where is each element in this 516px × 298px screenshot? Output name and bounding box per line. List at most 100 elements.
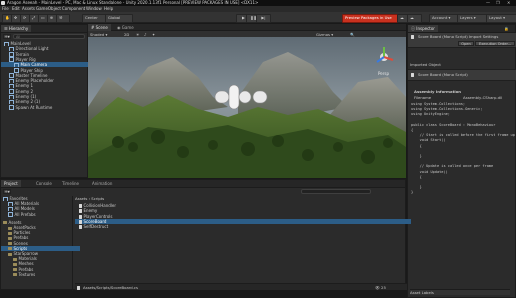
asset-count-badge: 👁 25 — [375, 285, 386, 290]
hierarchy-tab-label: Hierarchy — [8, 26, 29, 31]
effects-toggle-icon[interactable]: ✦ — [152, 32, 155, 37]
layout-label: Layout — [489, 15, 502, 20]
project-breadcrumb: Assets › Scripts — [75, 196, 105, 201]
hierarchy-item[interactable]: Spawn At Runtime — [1, 105, 97, 110]
hierarchy-tabstrip: ☰ Hierarchy — [1, 25, 87, 33]
hierarchy-item[interactable]: MainLevel — [1, 41, 92, 46]
script-code-preview: using System.Collections; using System.Co… — [408, 102, 516, 282]
audio-toggle-icon[interactable]: ♪ — [144, 32, 146, 37]
global-toggle-button[interactable]: Global — [105, 14, 133, 23]
tab-project[interactable]: Project — [1, 180, 21, 187]
hierarchy-item[interactable]: Enemy 1 — [1, 83, 97, 89]
game-tab-label: Game — [121, 25, 134, 30]
file-item[interactable]: PlayerControls — [75, 214, 411, 219]
project-status-bar: Assets/Scripts/ScoreBoard.cs 👁 25 — [75, 283, 407, 290]
layers-dropdown[interactable]: Layers ▾ — [457, 14, 489, 23]
tab-console[interactable]: Console — [33, 180, 55, 187]
tab-timeline[interactable]: Timeline — [59, 180, 82, 187]
project-add-button[interactable]: +▾ — [3, 189, 11, 194]
folder-icon — [13, 262, 17, 266]
layout-dropdown[interactable]: Layout ▾ — [486, 14, 516, 23]
script-icon — [411, 73, 414, 77]
file-item[interactable]: CollisionHandler — [75, 203, 411, 208]
tab-inspector[interactable]: ⓘ Inspector — [408, 25, 438, 32]
preview-packages-label: Preview Packages in Use — [345, 15, 392, 20]
scene-search-icon[interactable]: 🔍 — [350, 32, 355, 37]
main-toolbar: ✋ ✥ ⟳ ⤢ ▭ ⊕ ⚒ Center Global ▶ ❚❚ ▶| Prev… — [0, 12, 516, 23]
breadcrumb-assets[interactable]: Assets — [75, 196, 87, 201]
hierarchy-search-input[interactable] — [13, 34, 85, 39]
gameobject-icon — [14, 62, 19, 68]
shading-mode-dropdown[interactable]: Shaded ▾ — [90, 32, 107, 37]
lighting-toggle-icon[interactable]: ☀ — [136, 32, 139, 37]
hierarchy-item-label: Enemy (1) — [15, 94, 37, 99]
folder-icon — [8, 247, 12, 251]
imported-object-header: Imported Object — [410, 62, 441, 67]
asset-path: Assets/Scripts/ScoreBoard.cs — [83, 285, 138, 290]
hierarchy-item[interactable]: Master Timeline — [1, 73, 97, 78]
folder-item-label: Textures — [18, 271, 36, 277]
tab-hierarchy[interactable]: ☰ Hierarchy — [1, 25, 32, 32]
script-file-icon — [411, 35, 414, 39]
inspector-header: Score Board (Mono Script) Import Setting… — [408, 33, 516, 48]
hierarchy-item[interactable]: Enemy (1) — [1, 94, 97, 99]
cloud-icon[interactable]: ☁ — [407, 14, 422, 23]
execution-order-button[interactable]: Execution Order... — [475, 41, 515, 46]
code-line: } — [411, 190, 414, 195]
file-item[interactable]: SelfDestruct — [75, 224, 411, 230]
folder-icon — [8, 242, 12, 246]
hierarchy-item[interactable]: Player Rig — [1, 57, 97, 62]
account-label: Account — [432, 15, 448, 20]
global-label: Global — [108, 15, 121, 20]
hierarchy-item[interactable]: Enemy 2 — [1, 89, 97, 94]
inspector-asset-title: Score Board (Mono Script) Import Setting… — [418, 34, 499, 39]
file-item[interactable]: ScoreBoard — [75, 218, 411, 224]
hierarchy-item-label: Directional Light — [15, 46, 49, 52]
folder-icon — [13, 257, 17, 261]
breadcrumb-scripts[interactable]: Scripts — [91, 196, 104, 201]
hierarchy-item[interactable]: Enemy Placeholder — [1, 78, 97, 84]
custom-tool-icon[interactable]: ⚒ — [56, 14, 70, 23]
hierarchy-item[interactable]: Enemy 2 (1) — [1, 99, 97, 105]
step-button[interactable]: ▶| — [256, 14, 271, 23]
inspector-open-button[interactable]: Open — [458, 41, 474, 46]
favorites-item[interactable]: All Prefabs — [1, 212, 80, 217]
preview-packages-badge[interactable]: Preview Packages in Use — [342, 14, 400, 23]
hierarchy-add-button[interactable]: +▾ — [3, 34, 11, 39]
file-item-label: ScoreBoard — [83, 218, 107, 224]
inspector-tabstrip: ⓘ Inspector 🔒 — [408, 25, 515, 33]
hierarchy-item-label: Spawn At Runtime — [15, 104, 53, 110]
file-item-label: Enemy — [83, 208, 98, 214]
tab-animation[interactable]: Animation — [89, 180, 115, 187]
inspector-lock-icon[interactable]: 🔒 — [504, 26, 509, 31]
tab-scene[interactable]: # Scene — [88, 24, 111, 31]
hierarchy-item-label: Enemy 1 — [15, 83, 34, 89]
scene-viewport[interactable]: Persp — [88, 37, 406, 178]
bottom-panel: Project Console Timeline Animation +▾ Fa… — [0, 179, 411, 291]
hierarchy-item[interactable]: Directional Light — [1, 46, 97, 52]
search-icon — [8, 212, 13, 217]
hierarchy-item[interactable]: Terrain — [1, 52, 97, 57]
folder-icon — [8, 226, 12, 230]
hierarchy-item-label: Player Rig — [15, 56, 36, 62]
gizmos-label: Gizmos — [316, 31, 330, 37]
console-tab-label: Console — [36, 181, 52, 186]
hierarchy-item[interactable]: Main Camera — [1, 62, 102, 68]
folder-item[interactable]: Textures — [1, 272, 85, 277]
gizmos-dropdown[interactable]: Gizmos ▾ — [316, 32, 333, 37]
gameobject-icon — [9, 105, 14, 110]
filename-value: Assembly-CSharp.dll — [463, 95, 503, 100]
assembly-info-header: Assembly Information — [414, 89, 462, 94]
hierarchy-item-label: Master Timeline — [15, 72, 48, 78]
shading-mode-label: Shaded — [90, 31, 105, 37]
2d-toggle[interactable]: 2D — [124, 32, 129, 37]
tab-game[interactable]: ◉ Game — [114, 24, 137, 31]
folder-icon — [13, 268, 17, 272]
hierarchy-list: MainLevel Directional Light Terrain Player … — [1, 41, 102, 177]
hierarchy-item[interactable]: Player Ship — [1, 68, 102, 73]
file-item[interactable]: Enemy — [75, 208, 411, 214]
hierarchy-item-label: Main Camera — [20, 62, 48, 68]
hierarchy-item-label: MainLevel — [10, 41, 31, 46]
hierarchy-item-label: Player Ship — [20, 67, 43, 73]
project-search-input[interactable] — [301, 189, 371, 194]
